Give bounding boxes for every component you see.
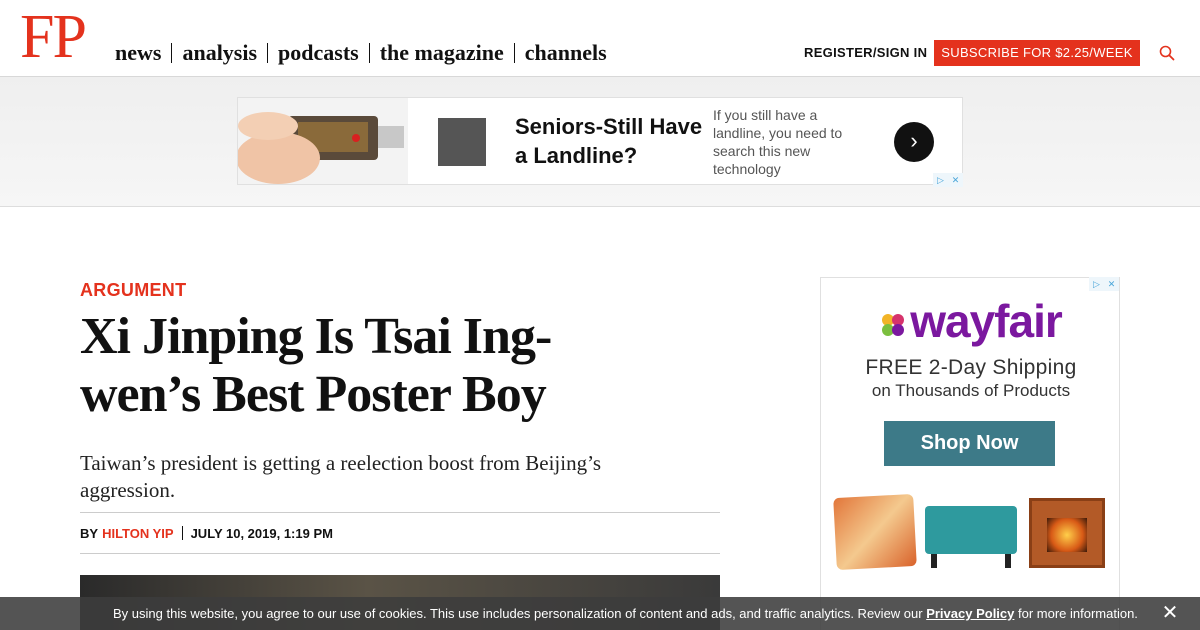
cord-image — [438, 118, 486, 166]
top-ad-band: Seniors-Still Have a Landline? If you st… — [0, 77, 1200, 207]
ad-choices[interactable]: ▷ ✕ — [933, 173, 963, 187]
wayfair-logo[interactable]: wayfair — [821, 294, 1121, 348]
search-icon[interactable] — [1159, 45, 1175, 61]
nav-divider — [513, 43, 515, 63]
ad-close-icon[interactable]: ✕ — [1104, 277, 1119, 291]
main-nav: news analysis podcasts the magazine chan… — [115, 40, 607, 66]
ad-info-icon[interactable]: ▷ — [1089, 277, 1104, 291]
cookie-banner: By using this website, you agree to our … — [0, 597, 1200, 630]
byline-prefix: BY — [80, 525, 99, 541]
ottoman-legs — [931, 554, 1011, 568]
nav-divider — [267, 43, 269, 63]
ottoman-product-image[interactable] — [925, 506, 1017, 554]
top-ad-description: If you still have a landline, you need t… — [713, 107, 843, 177]
shipping-subline: on Thousands of Products — [871, 381, 1071, 400]
register-sign-in-link[interactable]: REGISTER/SIGN IN — [804, 45, 927, 60]
privacy-policy-link[interactable]: Privacy Policy — [926, 606, 1014, 621]
pillow-product-image[interactable] — [833, 493, 917, 571]
top-ad-headline[interactable]: Seniors-Still Have a Landline? — [515, 112, 705, 170]
nav-the-magazine[interactable]: the magazine — [380, 40, 504, 66]
top-ad[interactable]: Seniors-Still Have a Landline? If you st… — [237, 97, 963, 185]
usb-hub-image — [238, 98, 408, 184]
shop-now-button[interactable]: Shop Now — [884, 421, 1055, 466]
ad-info-icon[interactable]: ▷ — [933, 173, 948, 187]
subscribe-button[interactable]: SUBSCRIBE FOR $2.25/WEEK — [934, 40, 1140, 66]
article-dek: Taiwan’s president is getting a reelecti… — [80, 451, 602, 502]
nav-channels[interactable]: channels — [525, 40, 607, 66]
author-link[interactable]: HILTON YIP — [102, 526, 174, 541]
article-headline: Xi Jinping Is Tsai Ing-wen’s Best Poster… — [80, 308, 552, 423]
wayfair-pinwheel-icon — [882, 313, 905, 336]
side-ad[interactable]: wayfair FREE 2-Day Shipping on Thousands… — [820, 277, 1120, 630]
close-icon[interactable]: ✕ — [1160, 603, 1180, 623]
side-ad-choices[interactable]: ▷ ✕ — [1089, 277, 1119, 291]
ad-close-icon[interactable]: ✕ — [948, 173, 963, 187]
article-kicker[interactable]: ARGUMENT — [80, 280, 186, 301]
nav-news[interactable]: news — [115, 40, 161, 66]
nav-podcasts[interactable]: podcasts — [278, 40, 359, 66]
byline: BY HILTON YIP JULY 10, 2019, 1:19 PM — [80, 512, 720, 554]
fireplace-fire — [1047, 518, 1087, 552]
chevron-right-icon[interactable]: › — [894, 122, 934, 162]
fp-logo[interactable]: FP — [20, 6, 87, 68]
cookie-text: By using this website, you agree to our … — [113, 597, 1138, 630]
nav-divider — [171, 43, 173, 63]
nav-analysis[interactable]: analysis — [182, 40, 257, 66]
publish-date: JULY 10, 2019, 1:19 PM — [190, 525, 333, 541]
byline-divider — [181, 526, 183, 540]
nav-divider — [368, 43, 370, 63]
site-header: FP news analysis podcasts the magazine c… — [0, 0, 1200, 77]
wayfair-wordmark: wayfair — [910, 295, 1063, 347]
shipping-headline: FREE 2-Day Shipping — [865, 356, 1077, 379]
cookie-text-after: for more information. — [1014, 606, 1138, 621]
cookie-text-before: By using this website, you agree to our … — [113, 606, 927, 621]
